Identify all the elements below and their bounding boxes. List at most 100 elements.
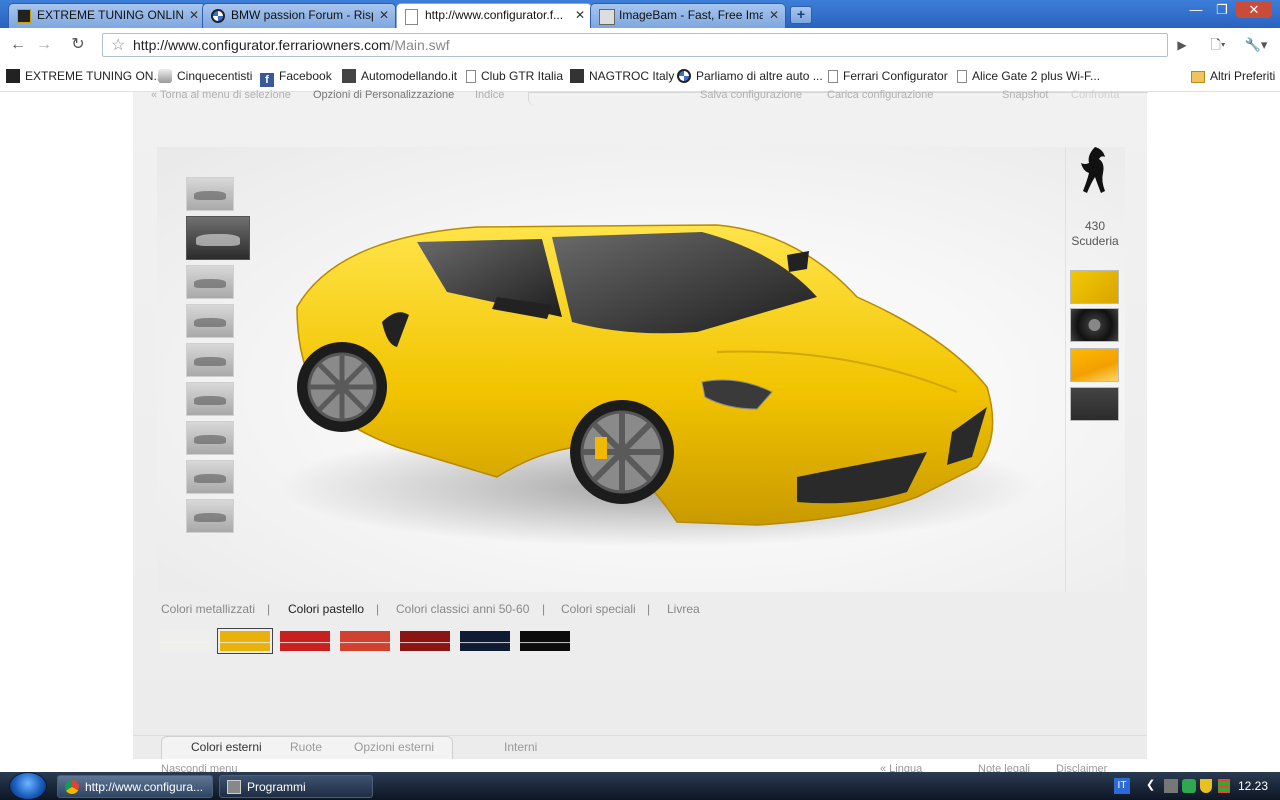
color-swatch-black[interactable] xyxy=(520,631,570,651)
bookmark-parliamo[interactable]: Parliamo di altre auto ... xyxy=(677,69,823,85)
bookmark-automodellando[interactable]: Automodellando.it xyxy=(342,69,457,85)
address-bar[interactable]: ☆ http://www.configurator.ferrariowners.… xyxy=(102,33,1168,57)
windows-taskbar: http://www.configura... Programmi IT ❮ 1… xyxy=(0,772,1280,800)
view-thumbnail[interactable] xyxy=(186,177,234,211)
category-special[interactable]: Colori speciali xyxy=(561,602,636,616)
view-thumbnail[interactable] xyxy=(186,343,234,377)
tab-interior[interactable]: Interni xyxy=(504,740,537,754)
bookmark-label: Altri Preferiti xyxy=(1210,69,1276,83)
color-swatch-yellow[interactable] xyxy=(217,628,273,654)
start-button[interactable] xyxy=(9,772,47,800)
close-icon[interactable]: ✕ xyxy=(189,8,199,22)
browser-toolbar: ← → ↻ ☆ http://www.configurator.ferrario… xyxy=(0,28,1280,62)
reload-button[interactable]: ↻ xyxy=(68,36,88,54)
selected-interior-preview[interactable] xyxy=(1070,387,1119,421)
view-thumbnail[interactable] xyxy=(186,304,234,338)
tab-exterior-options[interactable]: Opzioni esterni xyxy=(354,740,434,754)
snapshot-link[interactable]: Snapshot xyxy=(1002,89,1048,101)
sync-icon[interactable] xyxy=(1182,779,1196,793)
load-configuration-link[interactable]: Carica configurazione xyxy=(827,89,933,101)
category-classic-50-60[interactable]: Colori classici anni 50-60 xyxy=(396,602,529,616)
tab-imagebam[interactable]: ImageBam - Fast, Free Ima... ✕ xyxy=(590,3,786,28)
new-tab-button[interactable]: + xyxy=(790,6,812,24)
tab-wheels[interactable]: Ruote xyxy=(290,740,322,754)
close-icon[interactable]: ✕ xyxy=(769,8,779,22)
tab-configurator[interactable]: http://www.configurator.f... ✕ xyxy=(396,3,592,29)
page-icon xyxy=(466,70,476,83)
page-menu-button[interactable]: 🗋▾ xyxy=(1204,36,1232,54)
bookmark-club-gtr[interactable]: Club GTR Italia xyxy=(466,69,563,85)
site-favicon-icon xyxy=(17,9,31,23)
interior-thumbnail[interactable] xyxy=(186,382,234,416)
selected-wheel-preview[interactable] xyxy=(1070,308,1119,342)
category-metallic[interactable]: Colori metallizzati xyxy=(161,602,255,616)
bookmark-cinquecentisti[interactable]: Cinquecentisti xyxy=(158,69,252,85)
forward-button[interactable]: → xyxy=(34,36,54,54)
bookmark-extreme-tuning[interactable]: EXTREME TUNING ON... xyxy=(6,69,163,85)
meter-icon[interactable] xyxy=(1218,779,1230,793)
taskbar-item-programs[interactable]: Programmi xyxy=(219,775,373,798)
site-favicon-icon xyxy=(570,69,584,83)
go-button[interactable]: ▶ xyxy=(1172,36,1192,54)
tab-exterior-colors[interactable]: Colori esterni xyxy=(191,740,262,754)
bookmark-ferrari-configurator[interactable]: Ferrari Configurator xyxy=(828,69,948,85)
back-to-selection-link[interactable]: « Torna al menu di selezione xyxy=(151,89,291,101)
color-swatch-red-light[interactable] xyxy=(340,631,390,651)
other-bookmarks-folder[interactable]: Altri Preferiti xyxy=(1191,69,1275,85)
interior-thumbnail[interactable] xyxy=(186,421,234,455)
url-path: /Main.swf xyxy=(390,37,450,53)
network-icon[interactable] xyxy=(1164,779,1178,793)
chevron-left-icon[interactable]: ❮ xyxy=(1146,778,1155,791)
bottom-tab-bar: Colori esterni Ruote Opzioni esterni Int… xyxy=(133,735,1147,759)
close-icon[interactable]: ✕ xyxy=(575,8,585,22)
tab-extreme-tuning[interactable]: EXTREME TUNING ONLINE ... ✕ xyxy=(8,3,206,28)
language-indicator[interactable]: IT xyxy=(1114,778,1130,794)
bookmark-label: Ferrari Configurator xyxy=(843,69,948,83)
interior-thumbnail[interactable] xyxy=(186,499,234,533)
color-swatch-dark-red[interactable] xyxy=(400,631,450,651)
tools-menu-button[interactable]: 🔧▾ xyxy=(1240,36,1272,54)
category-separator: | xyxy=(542,602,546,616)
summary-column: 430 Scuderia xyxy=(1065,147,1124,592)
back-button[interactable]: ← xyxy=(8,36,28,54)
category-livery[interactable]: Livrea xyxy=(667,602,700,616)
personalization-options-link[interactable]: Opzioni di Personalizzazione xyxy=(313,89,454,101)
selected-option-preview[interactable] xyxy=(1070,348,1119,382)
interior-thumbnail[interactable] xyxy=(186,460,234,494)
url-text[interactable]: http://www.configurator.ferrariowners.co… xyxy=(133,37,450,53)
save-configuration-link[interactable]: Salva configurazione xyxy=(700,89,802,101)
restore-button[interactable]: ❐ xyxy=(1210,2,1234,18)
close-icon[interactable]: ✕ xyxy=(379,8,389,22)
bookmark-star-icon[interactable]: ☆ xyxy=(111,35,125,55)
color-swatch-dark-blue[interactable] xyxy=(460,631,510,651)
view-thumbnail-selected[interactable] xyxy=(186,216,250,260)
clock[interactable]: 12.23 xyxy=(1238,779,1268,793)
index-link[interactable]: Indice xyxy=(475,89,504,101)
tab-title: BMW passion Forum - Risp... xyxy=(231,8,373,22)
bookmark-nagtroc[interactable]: NAGTROC Italy xyxy=(570,69,674,85)
color-swatch-red[interactable] xyxy=(280,631,330,651)
car-image xyxy=(277,224,1037,547)
site-favicon-icon xyxy=(342,69,356,83)
selected-color-preview[interactable] xyxy=(1070,270,1119,304)
chrome-icon xyxy=(65,780,79,794)
bmw-logo-icon xyxy=(677,69,691,83)
close-window-button[interactable]: ✕ xyxy=(1236,2,1272,18)
shield-icon[interactable] xyxy=(1200,779,1212,793)
system-tray: IT ❮ 12.23 xyxy=(1112,772,1280,800)
compare-link[interactable]: Confronta xyxy=(1071,89,1119,101)
minimize-button[interactable]: — xyxy=(1184,2,1208,18)
bookmark-alice-gate[interactable]: Alice Gate 2 plus Wi-F... xyxy=(957,69,1100,85)
tab-bmw-passion[interactable]: BMW passion Forum - Risp... ✕ xyxy=(202,3,396,28)
view-thumbnail[interactable] xyxy=(186,265,234,299)
color-swatch-white[interactable] xyxy=(160,631,210,651)
category-pastel[interactable]: Colori pastello xyxy=(288,602,364,616)
bookmark-label: Club GTR Italia xyxy=(481,69,564,83)
car-icon xyxy=(158,69,172,83)
bookmark-facebook[interactable]: f Facebook xyxy=(260,69,332,87)
category-separator: | xyxy=(376,602,380,616)
tab-strip: EXTREME TUNING ONLINE ... ✕ BMW passion … xyxy=(0,0,1280,29)
site-favicon-icon xyxy=(6,69,20,83)
taskbar-item-browser[interactable]: http://www.configura... xyxy=(57,775,213,798)
car-view-stage xyxy=(157,147,1125,592)
